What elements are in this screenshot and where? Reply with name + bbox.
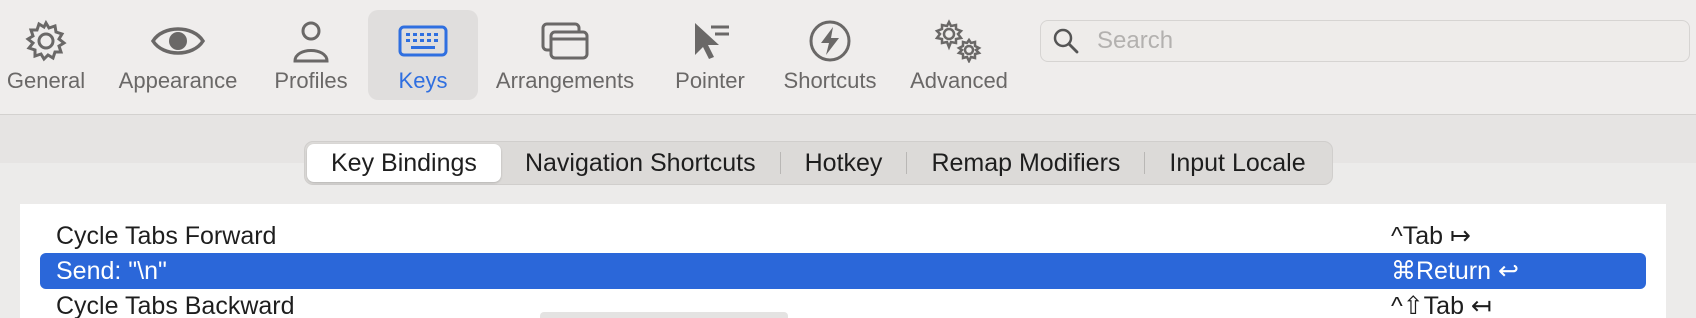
tab-remap-modifiers[interactable]: Remap Modifiers [907,144,1144,182]
search-icon [1053,28,1079,54]
eye-icon [150,27,206,55]
toolbar-item-profiles[interactable]: Profiles [266,10,356,100]
table-row[interactable]: Cycle Tabs Forward ^Tab ↦ [40,218,1646,254]
gears-icon [934,19,982,63]
tab-key-bindings[interactable]: Key Bindings [307,144,501,182]
table-row[interactable]: Cycle Tabs Backward ^⇧Tab ↤ [40,288,1646,318]
tab-navigation-shortcuts[interactable]: Navigation Shortcuts [501,144,780,182]
windows-icon [541,22,589,60]
search-input[interactable] [1095,26,1659,56]
tab-input-locale[interactable]: Input Locale [1145,144,1329,182]
binding-action: Cycle Tabs Forward [56,221,277,250]
binding-action: Send: "\n" [56,256,167,285]
binding-shortcut: ^⇧Tab ↤ [1391,292,1492,318]
pointer-icon [695,23,729,59]
toolbar-item-advanced[interactable]: Advanced [904,10,1014,100]
tab-segmented-control: Key Bindings Navigation Shortcuts Hotkey… [304,141,1333,185]
binding-shortcut: ⌘Return ↩ [1391,257,1519,285]
toolbar-item-keys[interactable]: Keys [368,10,478,100]
toolbar-item-general[interactable]: General [2,10,90,100]
toolbar-item-label: Appearance [118,68,238,93]
toolbar-item-arrangements[interactable]: Arrangements [490,10,640,100]
toolbar-item-pointer[interactable]: Pointer [664,10,756,100]
preferences-toolbar: General Appearance Profiles Keys Arrange… [0,0,1696,115]
toolbar-item-label: General [6,68,86,93]
toolbar-item-label: Advanced [910,68,1008,93]
person-icon [293,21,329,63]
toolbar-item-label: Arrangements [495,68,635,93]
bolt-icon [809,20,851,62]
drag-placeholder [540,312,788,318]
toolbar-item-label: Shortcuts [783,68,877,93]
search-field[interactable] [1040,20,1690,62]
toolbar-item-label: Profiles [274,68,348,93]
toolbar-item-label: Keys [398,68,448,93]
toolbar-item-appearance[interactable]: Appearance [112,10,244,100]
key-bindings-table: Cycle Tabs Forward ^Tab ↦ Send: "\n" ⌘Re… [20,204,1666,318]
toolbar-item-shortcuts[interactable]: Shortcuts [774,10,886,100]
binding-action: Cycle Tabs Backward [56,291,295,318]
binding-shortcut: ^Tab ↦ [1391,222,1471,250]
toolbar-item-label: Pointer [675,68,745,93]
tab-hotkey[interactable]: Hotkey [781,144,907,182]
table-row-selected[interactable]: Send: "\n" ⌘Return ↩ [40,253,1646,289]
gear-icon [25,19,67,62]
keyboard-icon [398,25,448,57]
